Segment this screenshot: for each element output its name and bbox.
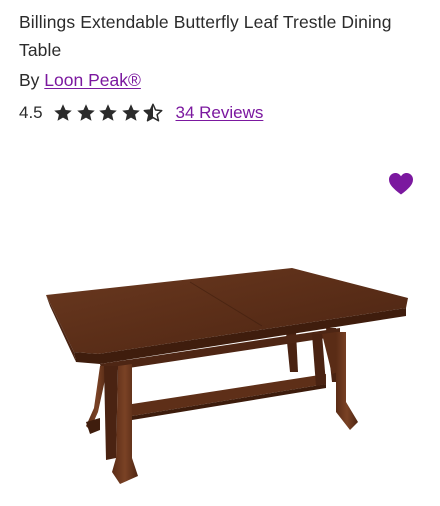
rating-value: 4.5	[19, 103, 43, 122]
table-illustration	[46, 268, 408, 484]
star-full-icon	[99, 104, 117, 121]
product-title: Billings Extendable Butterfly Leaf Trest…	[19, 12, 392, 60]
product-image[interactable]	[40, 262, 412, 494]
heart-icon	[389, 173, 413, 195]
reviews-link[interactable]: 34 Reviews	[176, 103, 264, 123]
brand-line: By Loon Peak®	[19, 68, 141, 92]
wishlist-button[interactable]	[387, 170, 415, 198]
rating-row: 4.5 34 Reviews	[19, 100, 263, 126]
star-half-icon	[143, 103, 163, 122]
star-full-icon	[54, 104, 72, 121]
brand-link[interactable]: Loon Peak®	[44, 70, 141, 90]
star-full-icon	[121, 104, 140, 121]
star-full-icon	[76, 104, 95, 121]
brand-prefix: By	[19, 70, 45, 90]
star-rating	[53, 103, 166, 123]
